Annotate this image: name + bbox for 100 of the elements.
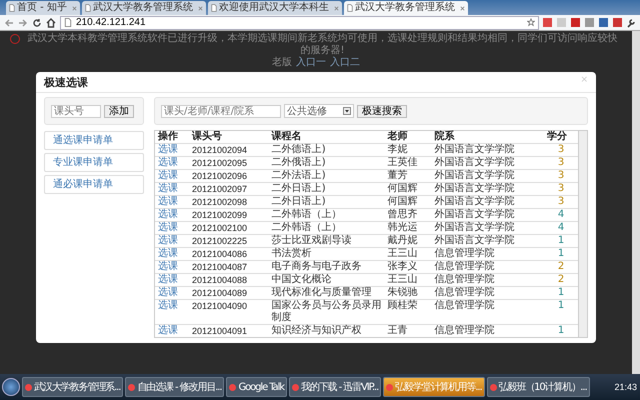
table-cell: 20121004086 — [188, 248, 269, 260]
table-cell: 李妮 — [384, 144, 432, 156]
table-cell: 二外韩语（上） — [268, 208, 385, 222]
table-cell: 韩光运 — [384, 222, 432, 234]
taskbar-item[interactable]: 武汉大学教务管理系... — [22, 377, 124, 397]
add-button[interactable]: 添加 — [104, 104, 134, 118]
table-cell: 20121002095 — [188, 156, 269, 170]
table-cell: 二外俄语上) — [268, 156, 385, 170]
browser-tab[interactable]: 武汉大学教务管理系统 — [344, 1, 468, 15]
table-cell: 外国语言文学学院 — [432, 222, 544, 234]
course-code-field[interactable]: 课头号 — [51, 104, 101, 118]
taskbar-item[interactable]: 我的下载 - 迅雷VIP... — [288, 377, 382, 397]
select-course-link[interactable]: 选课 — [158, 274, 178, 285]
extension-icons-drawing[interactable] — [543, 18, 622, 27]
select-course-link[interactable]: 选课 — [158, 287, 178, 298]
table-cell: 二外德语上) — [268, 144, 385, 156]
table-cell: 外国语言文学学院 — [432, 208, 544, 222]
select-course-link[interactable]: 选课 — [158, 157, 178, 168]
select-course-link[interactable]: 选课 — [158, 248, 178, 259]
page-icon — [64, 18, 72, 27]
table-cell: 外国语言文学学院 — [432, 170, 544, 182]
table-cell: 中国文化概论 — [268, 274, 385, 286]
close-icon[interactable] — [460, 6, 465, 10]
select-course-link[interactable]: 选课 — [158, 209, 178, 220]
table-cell: 现代标准化与质量管理 — [268, 286, 385, 300]
table-cell: 20121004091 — [188, 324, 269, 337]
taskbar-item[interactable]: 弘毅班（10计算机）... — [486, 377, 590, 397]
taskbar-item[interactable]: Google Talk — [226, 377, 287, 397]
scrollbar[interactable] — [632, 31, 640, 374]
table-cell: 戴丹妮 — [384, 234, 432, 248]
table-cell: 外国语言文学学院 — [432, 196, 544, 208]
page-icon — [84, 4, 91, 12]
table-cell: 二外日语上) — [268, 196, 385, 208]
close-icon[interactable] — [72, 6, 77, 10]
category-select[interactable]: 公共选修 — [284, 104, 354, 118]
table-cell: 顾桂荣 — [384, 300, 432, 324]
home-icon[interactable] — [46, 18, 56, 28]
table-cell: 国家公务员与公务员录用制度 — [268, 300, 385, 324]
table-cell: 20121002225 — [188, 234, 269, 248]
select-course-link[interactable]: 选课 — [158, 144, 178, 155]
table-cell: 曾思齐 — [384, 208, 432, 222]
table-cell: 张李义 — [384, 260, 432, 274]
select-course-link[interactable]: 选课 — [158, 170, 178, 181]
entry-link[interactable]: 入口一 — [296, 57, 326, 69]
table-cell: 20121002100 — [188, 222, 269, 234]
select-course-link[interactable]: 选课 — [158, 235, 178, 246]
close-icon[interactable] — [198, 6, 203, 10]
select-course-link[interactable]: 选课 — [158, 183, 178, 194]
table-cell: 20121004088 — [188, 274, 269, 286]
table-cell: 20121002098 — [188, 196, 269, 208]
table-scrollbar[interactable] — [578, 131, 587, 337]
url-text: 210.42.121.241 — [76, 17, 146, 28]
table-cell: 20121002097 — [188, 182, 269, 196]
select-course-link[interactable]: 选课 — [158, 222, 178, 233]
address-bar[interactable]: 210.42.121.241 — [60, 16, 539, 30]
start-button[interactable] — [2, 378, 20, 396]
table-cell: 王三山 — [384, 274, 432, 286]
select-course-link[interactable]: 选课 — [158, 325, 178, 336]
close-icon[interactable] — [334, 6, 339, 10]
entry-link[interactable]: 入口二 — [330, 57, 360, 69]
table-cell: 20121004089 — [188, 286, 269, 300]
select-course-link[interactable]: 选课 — [158, 261, 178, 272]
wrench-icon[interactable] — [626, 18, 636, 28]
table-cell: 二外韩语（上） — [268, 222, 385, 234]
taskbar-item[interactable]: 弘毅学堂计算机用等... — [383, 377, 485, 397]
column-header: 老师 — [384, 131, 432, 144]
select-course-link[interactable]: 选课 — [158, 196, 178, 207]
browser-tab[interactable]: 武汉大学教务管理系统 — [82, 1, 206, 15]
search-button[interactable]: 极速搜索 — [357, 104, 407, 118]
table-cell: 20121004090 — [188, 300, 269, 324]
back-icon[interactable] — [4, 18, 14, 28]
application-menu-item[interactable]: 通选课申请单 — [44, 131, 144, 150]
dropdown-icon — [343, 107, 351, 115]
table-cell: 王英佳 — [384, 156, 432, 170]
star-icon[interactable] — [527, 18, 535, 27]
select-course-link[interactable]: 选课 — [158, 300, 178, 311]
table-cell: 外国语言文学学院 — [432, 182, 544, 196]
browser-tab[interactable]: 首页 - 知乎 — [6, 1, 80, 15]
links-label: 老版 — [272, 57, 292, 69]
column-header: 课程名 — [268, 131, 385, 144]
table-cell: 信息管理学院 — [432, 300, 544, 324]
application-menu-item[interactable]: 通必课申请单 — [44, 175, 144, 194]
table-cell: 朱锐驰 — [384, 286, 432, 300]
table-cell: 书法赏析 — [268, 248, 385, 260]
table-cell: 二外法语上) — [268, 170, 385, 182]
browser-tab[interactable]: 欢迎使用武汉大学本科生 — [208, 1, 342, 15]
column-header: 院系 — [432, 131, 544, 144]
search-field[interactable]: 课头/老师/课程/院系 — [161, 104, 281, 118]
page-icon — [210, 4, 217, 12]
table-cell: 信息管理学院 — [432, 274, 544, 286]
reload-icon[interactable] — [32, 18, 42, 28]
forward-icon[interactable] — [18, 18, 28, 28]
table-cell: 电子商务与电子政务 — [268, 260, 385, 274]
table-cell: 王青 — [384, 324, 432, 337]
table-cell: 信息管理学院 — [432, 248, 544, 260]
page-icon — [346, 4, 353, 12]
table-cell: 知识经济与知识产权 — [268, 324, 385, 337]
taskbar-item[interactable]: 自由选课 - 修改用目... — [125, 377, 224, 397]
clock: 21:43 — [614, 382, 638, 392]
application-menu-item[interactable]: 专业课申请单 — [44, 153, 144, 172]
